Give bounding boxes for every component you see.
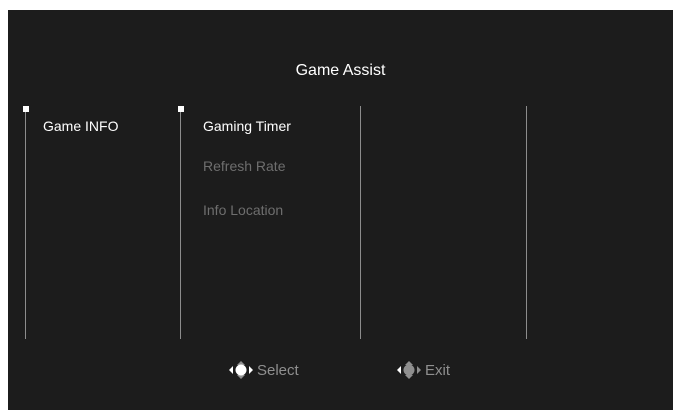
osd-menu-window: Game Assist Game INFO Gaming Timer Refre… <box>8 10 673 410</box>
menu-item-gaming-timer[interactable]: Gaming Timer <box>203 118 291 134</box>
column-divider-1 <box>25 106 26 339</box>
menu-item-game-info[interactable]: Game INFO <box>43 118 118 134</box>
column-1-selection-marker <box>23 106 29 112</box>
footer-exit-label: Exit <box>425 361 451 379</box>
column-divider-2 <box>180 106 181 339</box>
joystick-left-icon <box>396 360 425 380</box>
osd-title: Game Assist <box>295 62 386 79</box>
column-divider-4 <box>526 106 527 339</box>
menu-item-refresh-rate[interactable]: Refresh Rate <box>203 158 285 174</box>
column-2-selection-marker <box>178 106 184 112</box>
menu-item-info-location[interactable]: Info Location <box>203 202 283 218</box>
footer-select-label: Select <box>257 361 299 379</box>
footer-select-hint: Select <box>228 360 299 380</box>
joystick-press-icon <box>228 360 257 380</box>
footer-exit-hint: Exit <box>396 360 450 380</box>
column-divider-3 <box>360 106 361 339</box>
